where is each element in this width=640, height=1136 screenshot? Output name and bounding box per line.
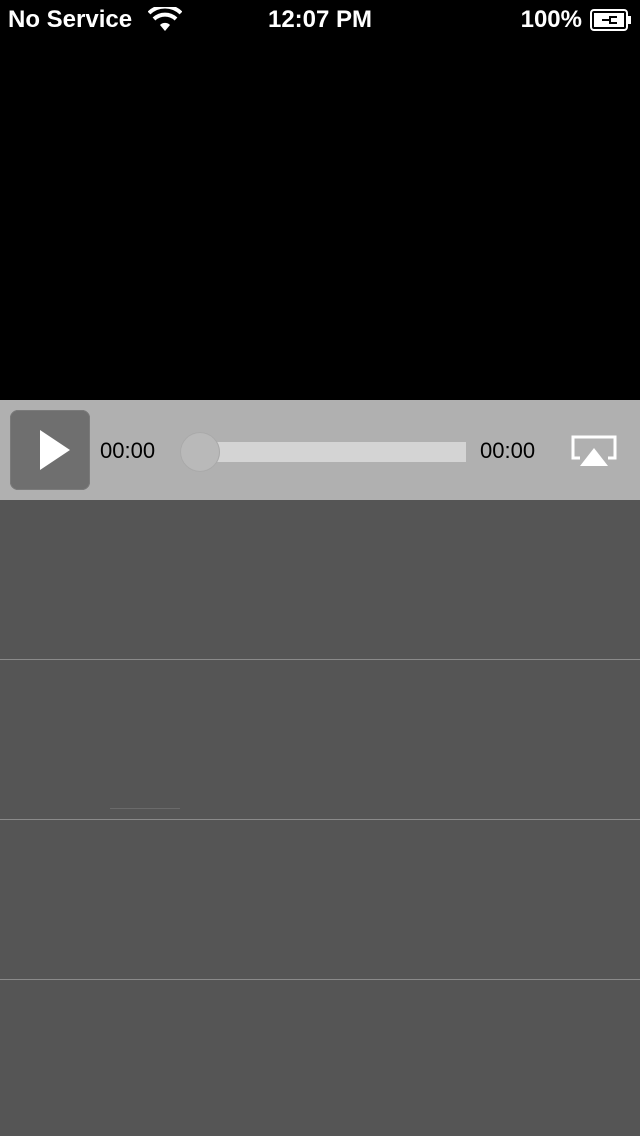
list-item[interactable] [0,660,640,820]
seek-bar[interactable] [200,442,466,462]
divider-mark [110,808,180,809]
status-right: 100% [521,6,632,34]
play-icon [40,430,70,470]
battery-percent: 100% [520,6,582,33]
total-time: 00:00 [480,438,536,463]
battery-charging-icon [590,9,632,31]
status-bar: No Service 12:07 PM 100% [0,0,640,40]
airplay-icon [571,435,617,466]
current-time: 00:00 [100,438,156,463]
list-item[interactable] [0,980,640,1136]
screen: No Service 12:07 PM 100% 00:00 00:00 [0,0,640,1136]
list-item[interactable] [0,820,640,980]
list-area [0,500,640,1136]
player-controls: 00:00 00:00 [0,400,640,500]
seek-thumb[interactable] [180,432,220,472]
play-button[interactable] [10,410,90,490]
airplay-button[interactable] [570,434,618,470]
list-item[interactable] [0,500,640,660]
video-area[interactable] [0,40,640,400]
